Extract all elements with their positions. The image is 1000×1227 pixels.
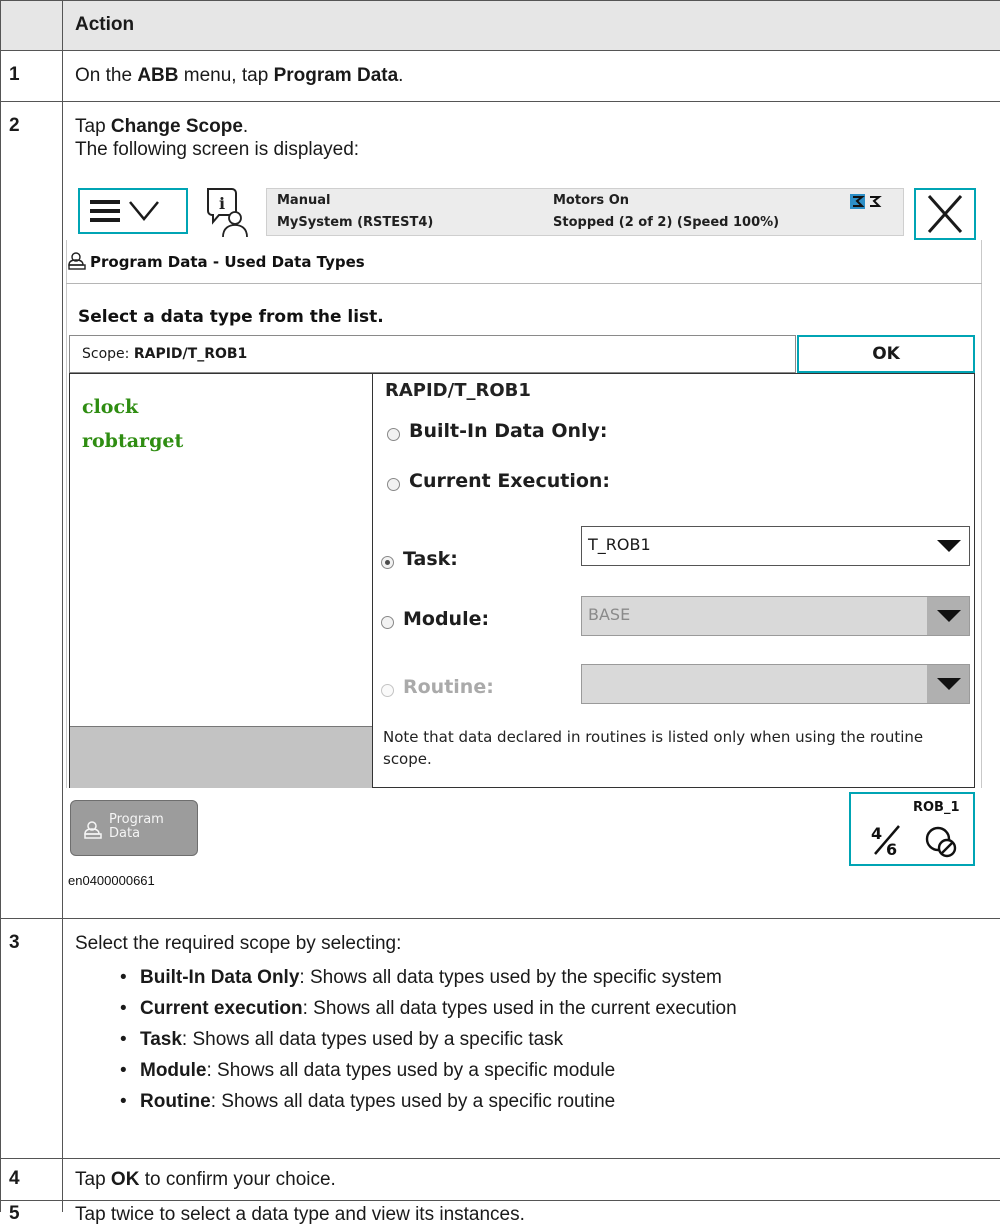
list-footer [70,726,372,788]
routine-scope-note: Note that data declared in routines is l… [383,728,924,768]
step-3-intro: Select the required scope by selecting: [75,933,402,954]
step-number: 4 [9,1168,20,1189]
instruction-text: Select a data type from the list. [78,307,384,327]
increment-icon: 4 6 [871,824,900,859]
close-icon [927,195,963,233]
abb-menu-button[interactable] [78,188,188,234]
option-builtin-label: Built-In Data Only: [409,420,608,442]
scope-label: Scope: RAPID/T_ROB1 [82,346,248,362]
run-status: Stopped (2 of 2) (Speed 100%) [553,215,780,230]
window-title-text: Program Data - Used Data Types [90,253,365,271]
list-item-clock[interactable]: clock [82,396,138,418]
radio-routine[interactable] [381,684,394,697]
row-divider [0,918,1000,919]
ok-button[interactable]: OK [797,335,975,373]
list-item: • Module: Shows all data types used by a … [120,1060,616,1081]
step-4-text: Tap OK to confirm your choice. [75,1169,336,1190]
scope-bar: Scope: RAPID/T_ROB1 [69,335,796,373]
status-panel[interactable]: Manual MySystem (RSTEST4) Motors On Stop… [266,188,904,236]
svg-text:6: 6 [886,840,897,859]
taskbar: Program Data ROB_1 4 6 [66,788,982,866]
list-item: • Task: Shows all data types used by a sp… [120,1029,564,1050]
quickset-button[interactable]: ROB_1 4 6 [849,792,975,866]
row-divider [0,50,1000,51]
program-data-task-label: Program Data [109,812,164,841]
list-item: • Built-In Data Only: Shows all data type… [120,967,722,988]
status-bar: i Manual MySystem (RSTEST4) Motors On St… [66,182,982,240]
step-2-line-2: The following screen is displayed: [75,139,360,160]
program-data-icon [68,252,86,270]
mechanical-unit-label: ROB_1 [913,800,960,815]
svg-text:i: i [219,194,225,213]
column-divider [62,0,63,1212]
mode-status: Manual [277,193,331,208]
table-header-row [0,0,1000,50]
radio-task[interactable] [381,556,394,569]
module-select[interactable]: BASE [581,596,970,636]
step-number: 3 [9,932,20,953]
robot-state-icon [850,194,882,209]
event-log-icon[interactable]: i [204,186,254,238]
step-number: 1 [9,64,20,85]
flexpendant-screenshot: i Manual MySystem (RSTEST4) Motors On St… [66,182,982,866]
row-divider [0,1158,1000,1159]
scope-value: RAPID/T_ROB1 [133,346,248,362]
run-mode-icon [925,826,957,858]
program-data-task-button[interactable]: Program Data [70,800,198,856]
svg-text:4: 4 [871,824,882,843]
step-1-text: On the ABB menu, tap Program Data. [75,65,404,86]
task-select-value: T_ROB1 [588,535,651,554]
chevron-down-icon [927,665,969,703]
step-number: 5 [9,1203,20,1224]
option-current-label: Current Execution: [409,470,611,492]
chevron-down-icon [937,540,961,552]
list-item-robtarget[interactable]: robtarget [82,430,183,452]
option-task-label: Task: [403,548,458,570]
list-item: • Current execution: Shows all data types… [120,998,737,1019]
data-type-list: clock robtarget [69,373,373,788]
close-button[interactable] [914,188,976,240]
option-module-label: Module: [403,608,490,630]
table-border [0,0,1,1212]
option-routine-label: Routine: [403,676,494,698]
title-divider [66,283,982,284]
scope-option-list: • Built-In Data Only: Shows all data type… [120,962,737,1117]
system-status: MySystem (RSTEST4) [277,215,434,230]
row-divider [0,101,1000,102]
scope-panel: RAPID/T_ROB1 Built-In Data Only: Current… [373,373,975,788]
header-action: Action [75,14,135,35]
figure-id: en0400000661 [68,873,155,888]
program-data-icon [84,821,102,839]
scope-panel-title: RAPID/T_ROB1 [385,380,531,401]
step-5-text: Tap twice to select a data type and view… [75,1204,525,1225]
routine-select[interactable] [581,664,970,704]
chevron-down-icon [927,597,969,635]
row-divider [0,1200,1000,1201]
step-number: 2 [9,115,20,136]
task-select[interactable]: T_ROB1 [581,526,970,566]
window-title: Program Data - Used Data Types [68,252,365,271]
radio-builtin[interactable] [387,428,400,441]
list-item: • Routine: Shows all data types used by a… [120,1091,616,1112]
table-border [0,0,1000,1]
step-2-line-1: Tap Change Scope. [75,116,249,137]
module-select-value: BASE [588,605,631,624]
radio-module[interactable] [381,616,394,629]
motors-status: Motors On [553,193,629,208]
hamburger-chevron-icon [90,200,159,222]
radio-current-execution[interactable] [387,478,400,491]
